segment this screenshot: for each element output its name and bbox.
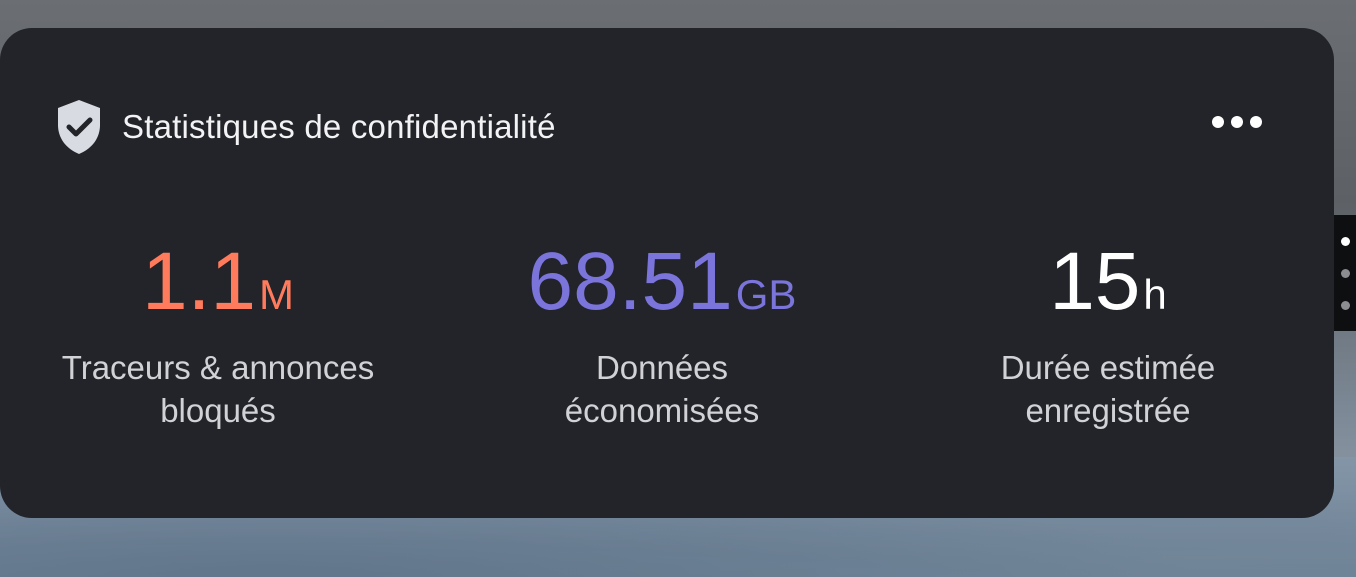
- stats-row: 1.1M Traceurs & annonces bloqués 68.51GB…: [0, 228, 1334, 432]
- stat-time-saved: 15h Durée estimée enregistrée: [886, 228, 1330, 432]
- page-indicator[interactable]: [1334, 215, 1356, 331]
- widget-title: Statistiques de confidentialité: [122, 108, 556, 145]
- stat-value: 1.1M: [0, 228, 440, 336]
- stat-number: 68.51: [527, 236, 733, 327]
- stat-value: 68.51GB: [440, 228, 884, 336]
- stat-label-line: économisées: [564, 392, 760, 429]
- more-horizontal-icon: [1250, 116, 1262, 128]
- stat-unit: GB: [735, 271, 797, 318]
- privacy-stats-widget: Statistiques de confidentialité 1.1M Tra…: [0, 28, 1334, 518]
- more-horizontal-icon: [1231, 116, 1243, 128]
- stat-label-line: Données: [595, 349, 729, 386]
- stat-data-saved: 68.51GB Données économisées: [440, 228, 884, 432]
- stat-label-line: bloqués: [160, 392, 276, 429]
- stat-number: 15: [1049, 236, 1141, 327]
- more-horizontal-icon: [1212, 116, 1224, 128]
- stat-label-line: enregistrée: [1025, 392, 1191, 429]
- stat-unit: h: [1143, 271, 1167, 318]
- page-dot-active[interactable]: [1340, 236, 1350, 246]
- widget-header: Statistiques de confidentialité: [54, 98, 556, 156]
- page-dot[interactable]: [1340, 268, 1350, 278]
- stat-label: Traceurs & annonces bloqués: [0, 346, 440, 432]
- stat-label: Données économisées: [440, 346, 884, 432]
- page-dot[interactable]: [1340, 300, 1350, 310]
- shield-check-icon: [58, 100, 100, 154]
- stat-trackers-blocked: 1.1M Traceurs & annonces bloqués: [0, 228, 440, 432]
- stat-number: 1.1: [142, 236, 256, 327]
- stat-label: Durée estimée enregistrée: [886, 346, 1330, 432]
- stat-label-line: Durée estimée: [1000, 349, 1216, 386]
- more-options-button[interactable]: [1208, 112, 1266, 132]
- stat-value: 15h: [886, 228, 1330, 336]
- stat-label-line: Traceurs & annonces: [61, 349, 375, 386]
- stat-unit: M: [259, 271, 294, 318]
